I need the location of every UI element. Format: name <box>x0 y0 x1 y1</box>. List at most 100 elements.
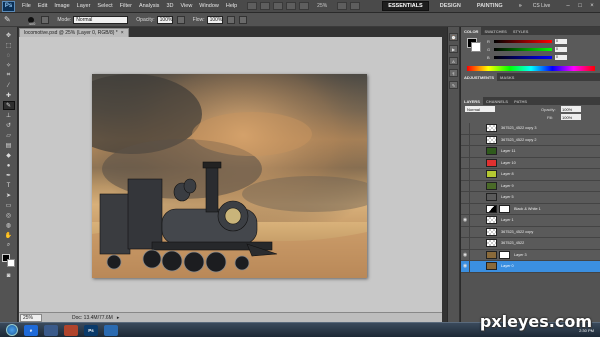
tab-styles[interactable]: STYLES <box>510 27 532 35</box>
menu-select[interactable]: Select <box>97 3 112 9</box>
paragraph-panel-icon[interactable]: ¶ <box>449 69 458 77</box>
taskbar-app-0[interactable]: e <box>24 324 38 336</box>
workspace-design[interactable]: DESIGN <box>435 2 466 10</box>
zoom-level-readout[interactable]: 25% <box>317 3 327 9</box>
tab-adjustments[interactable]: ADJUSTMENTS <box>461 73 498 81</box>
tab-swatches[interactable]: SWATCHES <box>481 27 509 35</box>
tab-layers[interactable]: LAYERS <box>461 97 483 105</box>
move-tool-icon[interactable]: ✥ <box>3 31 15 40</box>
menu-filter[interactable]: Filter <box>120 3 132 9</box>
visibility-eye-icon[interactable] <box>461 238 470 249</box>
visibility-eye-icon[interactable] <box>461 226 470 237</box>
hand-icon[interactable] <box>286 2 297 10</box>
tab-color[interactable]: COLOR <box>461 27 482 35</box>
menu-image[interactable]: Image <box>54 3 69 9</box>
pen-tool-icon[interactable]: ✒ <box>3 171 15 180</box>
bridge-icon[interactable] <box>247 2 258 10</box>
layer-row[interactable]: ◉ Layer 1 <box>461 215 600 227</box>
layer-row[interactable]: Layer 11 <box>461 146 600 158</box>
hand-tool-icon[interactable]: ✋ <box>3 231 15 240</box>
blue-value[interactable]: 0 <box>555 54 567 60</box>
layer-opacity-field[interactable]: 100% <box>561 106 581 112</box>
quick-select-tool-icon[interactable]: ✧ <box>3 61 15 70</box>
taskbar-app-1[interactable] <box>44 324 58 336</box>
menu-edit[interactable]: Edit <box>38 3 47 9</box>
cs-live-button[interactable]: CS Live <box>533 3 551 9</box>
layer-row[interactable]: 367523_4522 copy <box>461 226 600 238</box>
layer-row[interactable]: Layer 9 <box>461 180 600 192</box>
document-tab[interactable]: locomotive.psd @ 25% (Layer 0, RGB/8) * … <box>19 28 129 37</box>
red-value[interactable]: 0 <box>555 38 567 44</box>
layer-row[interactable]: Layer 8 <box>461 169 600 181</box>
tab-masks[interactable]: MASKS <box>497 73 517 81</box>
visibility-eye-icon[interactable] <box>461 157 470 168</box>
taskbar-app-2[interactable] <box>64 324 78 336</box>
3d-rotate-tool-icon[interactable]: ◎ <box>3 211 15 220</box>
layer-thumbnail[interactable] <box>486 216 497 225</box>
eraser-tool-icon[interactable]: ▱ <box>3 131 15 140</box>
menu-help[interactable]: Help <box>226 3 237 9</box>
close-icon[interactable]: × <box>588 3 596 10</box>
document-size-info[interactable]: Doc: 13.4M/77.6M <box>72 315 113 321</box>
gradient-tool-icon[interactable]: ▤ <box>3 141 15 150</box>
restore-icon[interactable]: □ <box>576 3 584 10</box>
pressure-opacity-icon[interactable] <box>176 15 185 24</box>
layer-thumbnail[interactable] <box>486 158 497 167</box>
flow-field[interactable]: 100% <box>206 15 223 24</box>
menu-file[interactable]: File <box>22 3 31 9</box>
zoom-field[interactable]: 25% <box>20 313 42 322</box>
menu-view[interactable]: View <box>180 3 192 9</box>
visibility-eye-icon[interactable] <box>461 146 470 157</box>
layer-row[interactable]: ◉ Layer 0 <box>461 261 600 273</box>
layer-thumbnail[interactable] <box>486 181 497 190</box>
layer-mask-thumbnail[interactable] <box>499 250 510 259</box>
zoom-tool-icon[interactable]: ⌕ <box>3 241 15 250</box>
path-selection-tool-icon[interactable]: ➤ <box>3 191 15 200</box>
status-menu-arrow-icon[interactable]: ▸ <box>117 315 120 321</box>
visibility-eye-icon[interactable] <box>461 203 470 214</box>
blur-tool-icon[interactable]: ◆ <box>3 151 15 160</box>
layer-thumbnail[interactable] <box>486 239 497 248</box>
mini-bridge-icon[interactable] <box>260 2 271 10</box>
visibility-eye-icon[interactable]: ◉ <box>461 249 470 260</box>
red-slider[interactable] <box>494 39 552 43</box>
visibility-eye-icon[interactable]: ◉ <box>461 261 470 272</box>
eyedropper-tool-icon[interactable]: ⁄ <box>3 81 15 90</box>
layer-thumbnail[interactable] <box>486 124 497 133</box>
visibility-eye-icon[interactable] <box>461 180 470 191</box>
layer-row[interactable]: Layer 5 <box>461 192 600 204</box>
workspace-essentials[interactable]: ESSENTIALS <box>382 1 429 11</box>
color-swatches[interactable] <box>1 254 16 268</box>
dodge-tool-icon[interactable]: ● <box>3 161 15 170</box>
menu-3d[interactable]: 3D <box>166 3 173 9</box>
layer-mask-thumbnail[interactable] <box>499 204 510 213</box>
visibility-eye-icon[interactable] <box>461 134 470 145</box>
shape-tool-icon[interactable]: ▭ <box>3 201 15 210</box>
opacity-field[interactable]: 100% <box>156 15 173 24</box>
background-color-swatch[interactable] <box>471 42 481 52</box>
airbrush-icon[interactable] <box>226 15 235 24</box>
history-panel-icon[interactable]: ⌚ <box>449 33 458 41</box>
minimize-icon[interactable]: – <box>564 3 572 10</box>
visibility-eye-icon[interactable] <box>461 192 470 203</box>
type-tool-icon[interactable]: T <box>3 181 15 190</box>
menu-window[interactable]: Window <box>199 3 219 9</box>
layer-row[interactable]: ◉ Layer 3 <box>461 249 600 261</box>
zoom-tool-icon[interactable] <box>299 2 310 10</box>
clone-stamp-tool-icon[interactable]: ⊥ <box>3 111 15 120</box>
brush-panel-icon[interactable]: ✎ <box>449 81 458 89</box>
screen-mode-icon[interactable] <box>350 2 361 10</box>
layer-thumbnail[interactable] <box>486 135 497 144</box>
layer-row[interactable]: 367523_4522 copy 2 <box>461 134 600 146</box>
character-panel-icon[interactable]: A <box>449 57 458 65</box>
visibility-eye-icon[interactable] <box>461 123 470 134</box>
layer-thumbnail[interactable] <box>486 227 497 236</box>
green-value[interactable]: 0 <box>555 46 567 52</box>
pressure-size-icon[interactable] <box>238 15 247 24</box>
layer-row[interactable]: Black & White 1 <box>461 203 600 215</box>
menu-analysis[interactable]: Analysis <box>139 3 159 9</box>
color-spectrum-bar[interactable] <box>467 66 595 71</box>
3d-orbit-tool-icon[interactable]: ◍ <box>3 221 15 230</box>
layer-thumbnail[interactable] <box>486 170 497 179</box>
layer-row[interactable]: 367523_4522 copy 3 <box>461 123 600 135</box>
